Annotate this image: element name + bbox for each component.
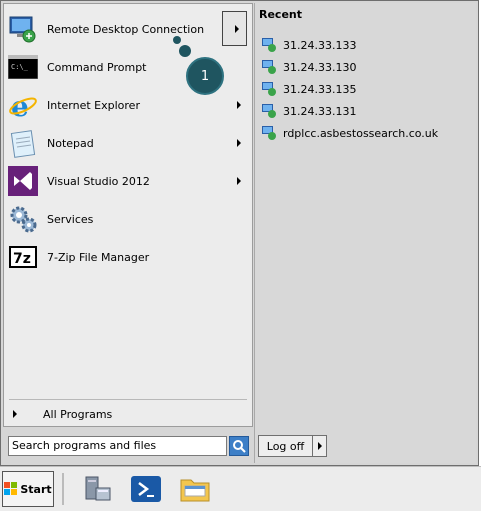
recent-item-label: 31.24.33.130 xyxy=(283,60,357,74)
chevron-right-icon xyxy=(237,177,241,185)
windows-logo-icon xyxy=(4,482,18,495)
recent-item[interactable]: 31.24.33.135 xyxy=(261,80,356,98)
all-programs-button[interactable]: All Programs xyxy=(7,403,245,425)
program-7zip[interactable]: 7z 7-Zip File Manager xyxy=(7,239,245,275)
log-off-button[interactable]: Log off xyxy=(258,435,313,457)
remote-desktop-icon xyxy=(262,104,276,118)
program-label: 7-Zip File Manager xyxy=(47,250,150,264)
recent-item-label: 31.24.33.135 xyxy=(283,82,357,96)
remote-desktop-icon xyxy=(262,60,276,74)
chevron-right-icon xyxy=(235,24,239,33)
chevron-right-icon xyxy=(13,410,17,418)
server-manager-button[interactable] xyxy=(80,472,114,506)
command-prompt-icon: C:\_ xyxy=(7,51,39,83)
program-label: Visual Studio 2012 xyxy=(47,174,150,188)
all-programs-label: All Programs xyxy=(43,407,113,421)
chevron-right-icon xyxy=(237,139,241,147)
program-label: Notepad xyxy=(47,136,94,150)
callout-dot xyxy=(173,36,181,44)
program-services[interactable]: Services xyxy=(7,201,245,237)
svg-text:C:\_: C:\_ xyxy=(11,63,29,71)
remote-desktop-submenu-button[interactable] xyxy=(222,11,247,46)
program-label: Services xyxy=(47,212,94,226)
callout-dot xyxy=(179,45,191,57)
recent-item[interactable]: 31.24.33.131 xyxy=(261,102,356,120)
start-button[interactable]: Start xyxy=(2,471,54,507)
services-icon xyxy=(7,203,39,235)
program-label: Internet Explorer xyxy=(47,98,140,112)
svg-text:7z: 7z xyxy=(13,251,31,267)
callout-badge: 1 xyxy=(186,57,224,95)
search-button[interactable] xyxy=(229,436,249,456)
server-manager-icon xyxy=(85,476,111,501)
notepad-icon xyxy=(7,127,39,159)
recent-item-label: 31.24.33.133 xyxy=(283,38,357,52)
recent-item[interactable]: 31.24.33.133 xyxy=(261,36,356,54)
folder-icon xyxy=(180,479,210,502)
powershell-icon xyxy=(131,476,161,502)
program-notepad[interactable]: Notepad xyxy=(7,125,245,161)
start-menu: Remote Desktop Connection C:\_ Command P… xyxy=(0,0,479,466)
search-icon xyxy=(233,440,246,453)
shutdown-options-button[interactable] xyxy=(312,435,327,457)
recent-item[interactable]: rdplcc.asbestossearch.co.uk xyxy=(261,124,438,142)
7zip-icon: 7z xyxy=(7,241,39,273)
program-label: Command Prompt xyxy=(47,60,147,74)
powershell-button[interactable] xyxy=(129,472,163,506)
remote-desktop-icon xyxy=(7,13,39,45)
chevron-right-icon xyxy=(237,101,241,109)
recent-item[interactable]: 31.24.33.130 xyxy=(261,58,356,76)
program-remote-desktop[interactable]: Remote Desktop Connection xyxy=(7,11,245,47)
remote-desktop-icon xyxy=(262,82,276,96)
chevron-right-icon xyxy=(318,442,322,450)
recent-heading: Recent xyxy=(259,8,303,21)
taskbar: Start xyxy=(0,466,481,511)
file-explorer-button[interactable] xyxy=(178,472,212,506)
start-label: Start xyxy=(20,482,52,496)
internet-explorer-icon: e xyxy=(7,89,39,121)
search-input[interactable]: Search programs and files xyxy=(8,436,227,456)
divider xyxy=(9,399,247,400)
taskbar-divider xyxy=(62,473,64,505)
recent-item-label: rdplcc.asbestossearch.co.uk xyxy=(283,126,439,140)
program-visual-studio[interactable]: Visual Studio 2012 xyxy=(7,163,245,199)
program-label: Remote Desktop Connection xyxy=(47,22,205,36)
visual-studio-icon xyxy=(7,165,39,197)
recent-item-label: 31.24.33.131 xyxy=(283,104,357,118)
remote-desktop-icon xyxy=(262,126,276,140)
remote-desktop-icon xyxy=(262,38,276,52)
